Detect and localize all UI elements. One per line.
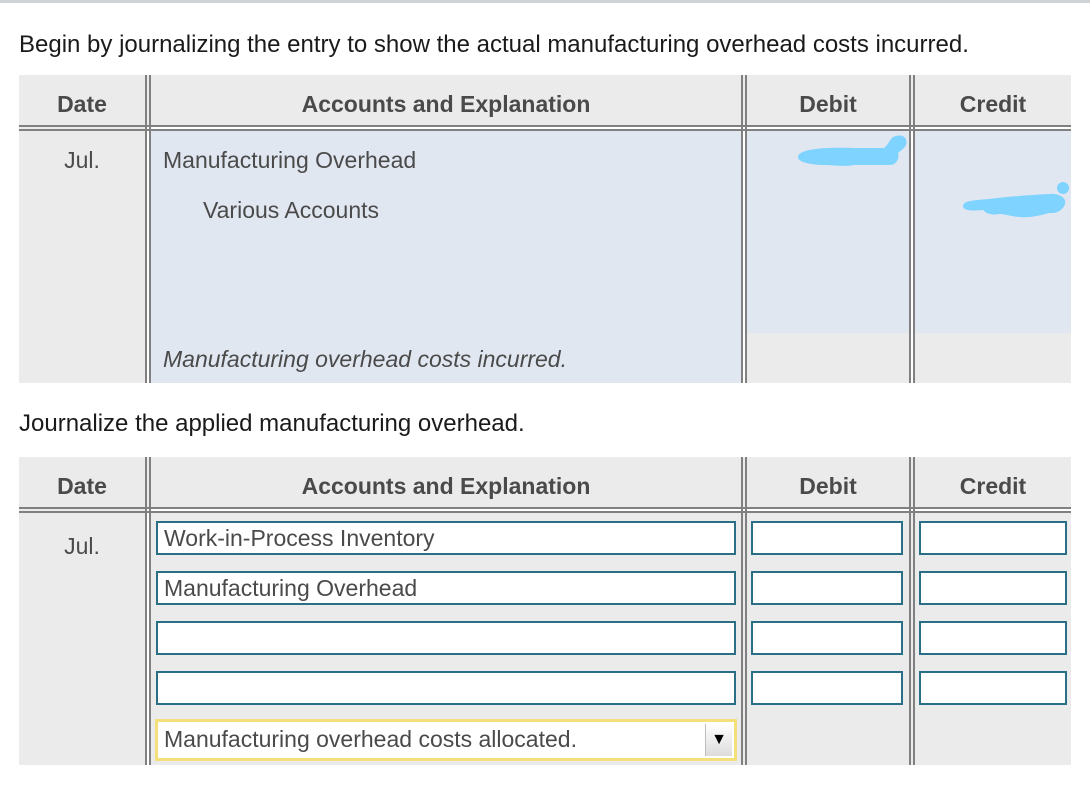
- explanation-dropdown[interactable]: Manufacturing overhead costs allocated. …: [155, 719, 737, 761]
- instruction-part2: Journalize the applied manufacturing ove…: [19, 410, 525, 437]
- given-credit-area: [915, 131, 1071, 333]
- header-accounts: Accounts and Explanation: [301, 473, 591, 499]
- header-accounts: Accounts and Explanation: [301, 91, 591, 117]
- column-divider: [741, 75, 747, 383]
- explanation-selected: Manufacturing overhead costs allocated.: [164, 726, 577, 752]
- debit-input-1[interactable]: [751, 521, 903, 555]
- credit-input-2[interactable]: [919, 571, 1067, 605]
- debit-input-4[interactable]: [751, 671, 903, 705]
- column-divider: [145, 75, 151, 383]
- debit-input-3[interactable]: [751, 621, 903, 655]
- header-debit: Debit: [799, 473, 857, 499]
- header-debit: Debit: [799, 91, 857, 117]
- entry-explanation: Manufacturing overhead costs incurred.: [163, 346, 567, 372]
- credit-account: Various Accounts: [203, 197, 380, 223]
- debit-explanation-blank: [747, 333, 909, 383]
- debit-account: Manufacturing Overhead: [163, 147, 417, 173]
- credit-explanation-blank: [915, 333, 1071, 383]
- header-date: Date: [57, 91, 107, 117]
- entry-date: Jul.: [64, 147, 100, 173]
- credit-input-1[interactable]: [919, 521, 1067, 555]
- header-credit: Credit: [959, 473, 1027, 499]
- account-input-1[interactable]: [156, 521, 736, 555]
- account-input-2[interactable]: [156, 571, 736, 605]
- column-divider: [145, 457, 151, 765]
- account-input-3[interactable]: [156, 621, 736, 655]
- column-divider: [909, 75, 915, 383]
- debit-input-2[interactable]: [751, 571, 903, 605]
- top-divider: [0, 0, 1090, 3]
- header-date: Date: [57, 473, 107, 499]
- journal-table-incurred: Date Accounts and Explanation Debit Cred…: [19, 75, 1071, 383]
- redacted-credit-amount: [963, 182, 1069, 218]
- entry-date: Jul.: [64, 533, 100, 559]
- column-divider: [741, 457, 747, 765]
- credit-input-3[interactable]: [919, 621, 1067, 655]
- dropdown-arrow-icon[interactable]: ▼: [705, 724, 732, 756]
- redacted-debit-amount: [798, 135, 907, 166]
- column-divider: [909, 457, 915, 765]
- account-input-4[interactable]: [156, 671, 736, 705]
- credit-input-4[interactable]: [919, 671, 1067, 705]
- instruction-part1: Begin by journalizing the entry to show …: [19, 31, 969, 58]
- journal-table-applied: Date Accounts and Explanation Debit Cred…: [19, 457, 1071, 765]
- header-credit: Credit: [959, 91, 1027, 117]
